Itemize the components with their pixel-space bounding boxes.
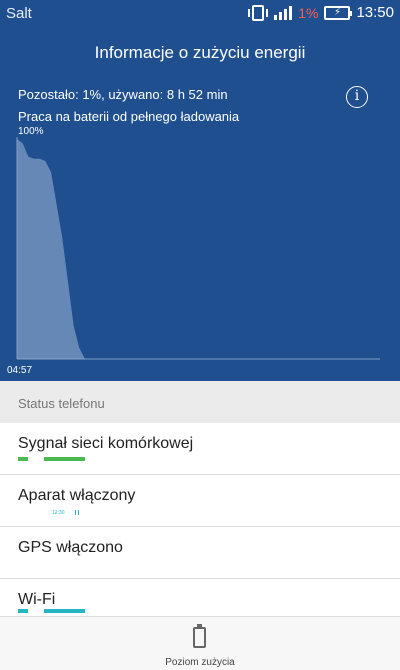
clock: 13:50 (356, 4, 394, 21)
vibrate-icon (248, 4, 269, 21)
info-icon[interactable]: i (346, 86, 368, 108)
carrier-name: Salt (6, 5, 32, 22)
camera-activity-tick (75, 510, 76, 515)
battery-level-area (17, 139, 85, 359)
row-camera-on[interactable]: Aparat włączony 12:30 (0, 475, 400, 527)
section-header: Status telefonu (0, 381, 400, 423)
wifi-bar (18, 609, 28, 613)
camera-activity-tick (78, 510, 79, 515)
status-icons: 1% ⚡ 13:50 (248, 4, 394, 21)
remaining-usage-text: Pozostało: 1%, używano: 8 h 52 min (18, 87, 228, 102)
row-gps-on[interactable]: GPS włączono (0, 527, 400, 579)
battery-icon (193, 624, 206, 648)
page-title: Informacje o zużyciu energii (94, 43, 306, 62)
battery-percent: 1% (298, 4, 319, 21)
signal-bar (18, 457, 28, 461)
chart-subtitle: Praca na baterii od pełnego ładowania (18, 109, 240, 124)
camera-activity-marks: 12:30 (52, 510, 65, 516)
chart-y-top-label: 100% (18, 126, 44, 137)
row-cellular-signal[interactable]: Sygnał sieci komórkowej (0, 423, 400, 475)
row-label: Wi-Fi (18, 591, 56, 608)
status-bar: Salt 1% ⚡ 13:50 (0, 0, 400, 26)
signal-icon (274, 5, 293, 20)
battery-charging-icon: ⚡ (324, 5, 353, 20)
chart-x-start-label: 04:57 (7, 365, 33, 376)
battery-level-chart (16, 137, 380, 360)
row-label: Sygnał sieci komórkowej (18, 435, 194, 452)
wifi-bar (44, 609, 85, 613)
bottom-tab-usage-level[interactable]: Poziom zużycia (0, 616, 400, 670)
row-label: Aparat włączony (18, 487, 136, 504)
bottom-tab-label: Poziom zużycia (165, 657, 235, 668)
signal-bar (44, 457, 85, 461)
battery-usage-panel: Salt 1% ⚡ 13:50 Informacje o zużyciu ene… (0, 0, 400, 381)
row-label: GPS włączono (18, 539, 123, 556)
